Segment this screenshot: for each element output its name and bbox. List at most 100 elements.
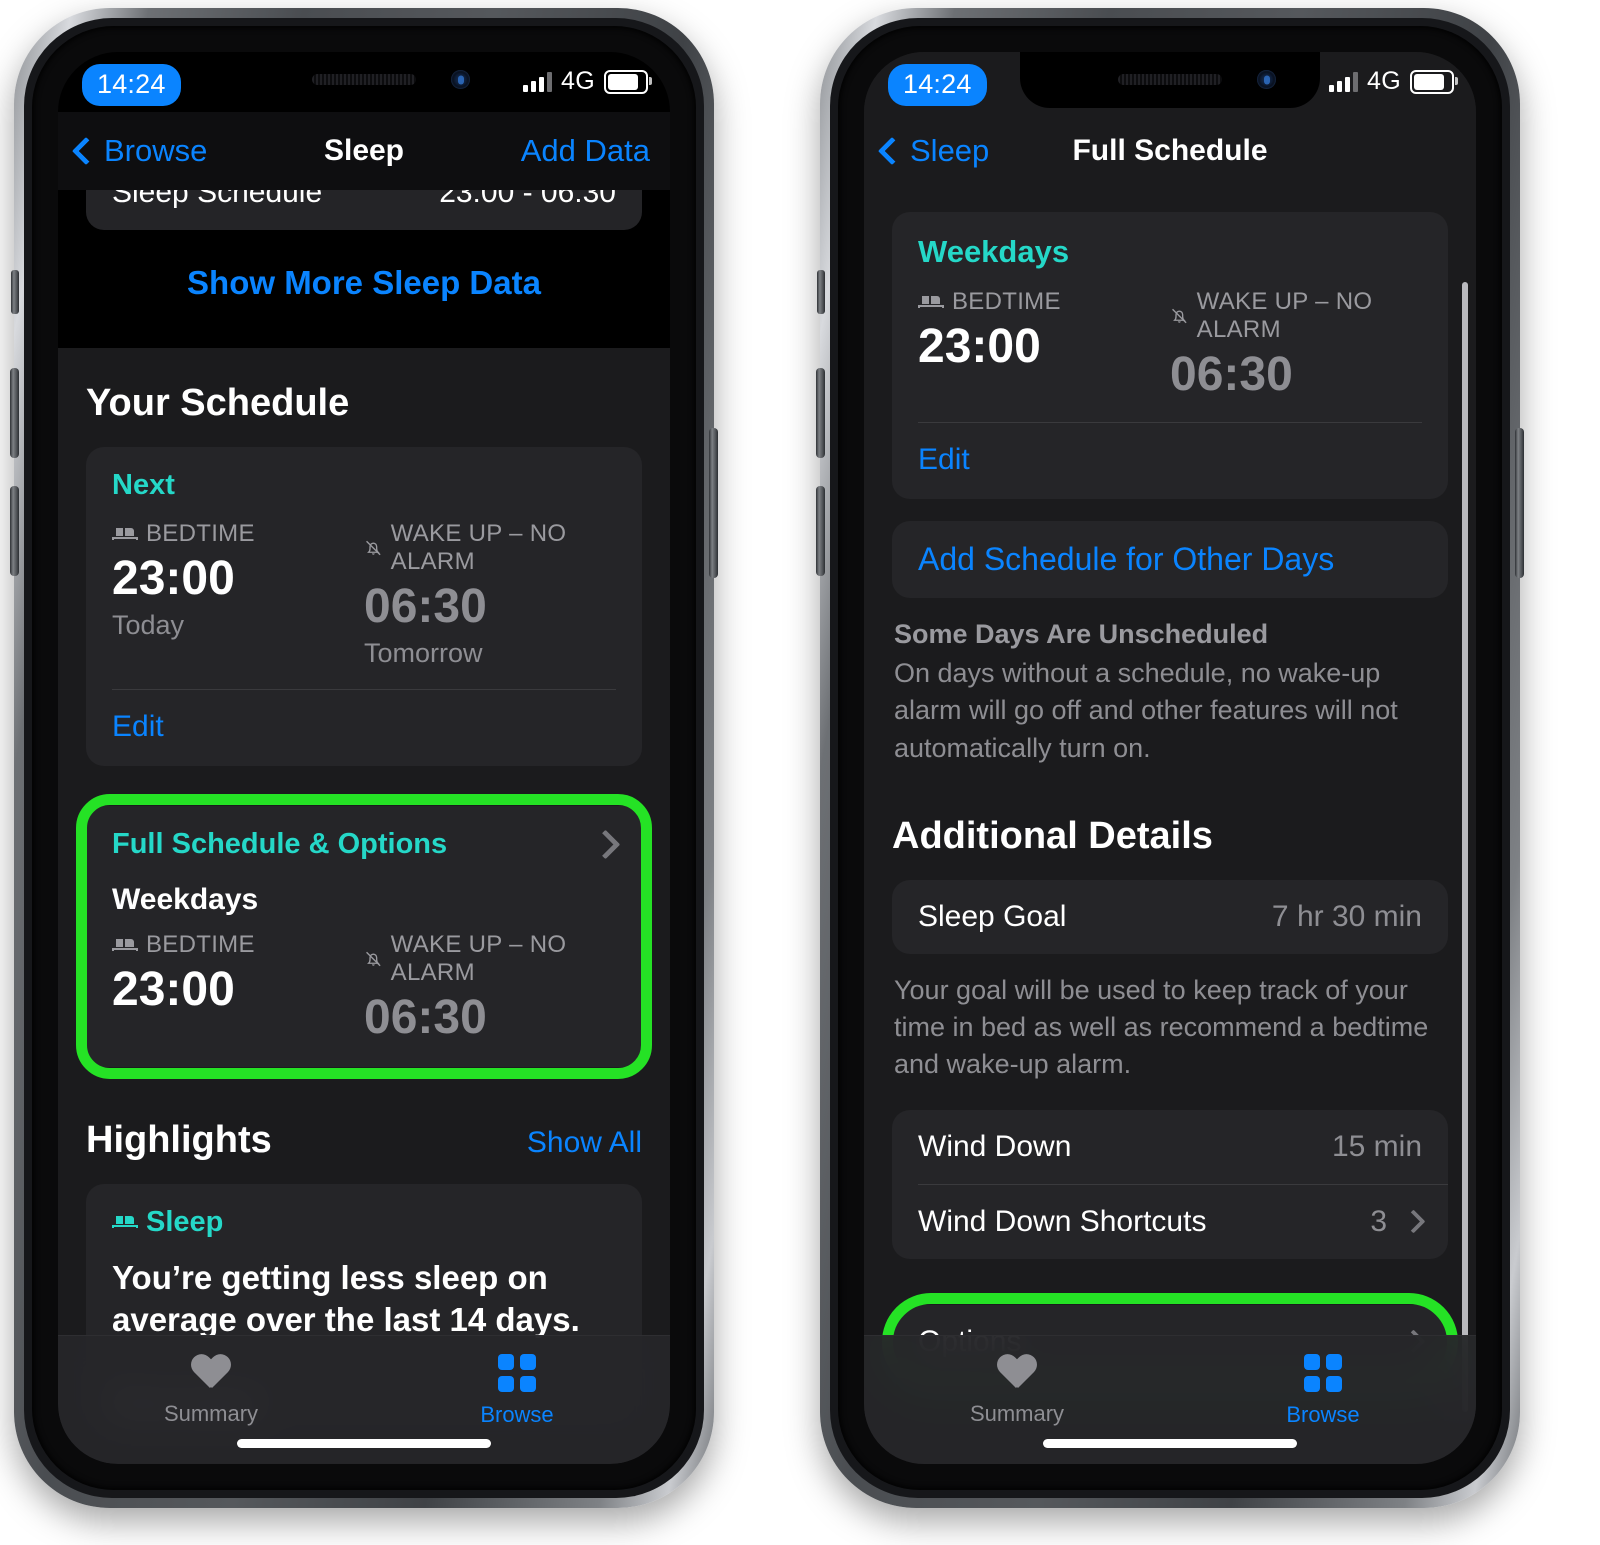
battery-icon: [1410, 69, 1458, 94]
signal-bars-icon: [523, 71, 553, 92]
weekdays-schedule-card[interactable]: Weekdays BEDTIME 23:00 WAKE UP – NO ALAR…: [892, 212, 1448, 499]
wind-down-label: Wind Down: [918, 1129, 1072, 1163]
tab-summary-label: Summary: [163, 1401, 259, 1426]
scroll-content-right[interactable]: Weekdays BEDTIME 23:00 WAKE UP – NO ALAR…: [864, 190, 1476, 1464]
full-schedule-options-wrap: Full Schedule & Options Weekdays BEDTIME…: [58, 793, 670, 1079]
phone-bezel: 14:24 4G Browse Sleep Add Data Sleep Sch…: [24, 18, 704, 1498]
earpiece-speaker-icon: [312, 74, 416, 85]
wd-wake-col: WAKE UP – NO ALARM 06:30: [1170, 288, 1422, 402]
notch: [1020, 52, 1320, 108]
wd-wake-caption-label: WAKE UP – NO ALARM: [1196, 288, 1373, 343]
wind-down-shortcuts-label: Wind Down Shortcuts: [918, 1204, 1207, 1238]
volume-up-button[interactable]: [816, 368, 825, 458]
tab-browse-label: Browse: [480, 1402, 554, 1427]
status-clock: 14:24: [888, 64, 987, 106]
phone-bezel-inner: 14:24 4G Browse Sleep Add Data Sleep Sch…: [32, 26, 696, 1490]
bed-icon: [112, 1216, 138, 1228]
wd-bedtime-value: 23:00: [918, 320, 1041, 373]
wake-day: Tomorrow: [364, 637, 483, 668]
highlight-category-label: Sleep: [146, 1205, 224, 1238]
status-indicators: 4G: [523, 67, 652, 96]
grid-icon: [498, 1354, 536, 1392]
sleep-schedule-label: Sleep Schedule: [112, 190, 323, 209]
next-wake-col: WAKE UP – NO ALARM 06:30 Tomorrow: [364, 520, 616, 669]
status-indicators: 4G: [1329, 67, 1458, 96]
wind-down-shortcuts-value: 3: [1370, 1204, 1387, 1238]
heart-icon: [997, 1355, 1037, 1391]
volume-down-button[interactable]: [816, 486, 825, 576]
sleep-schedule-card[interactable]: Sleep Schedule 23:00 - 06:30: [86, 190, 642, 230]
wind-down-shortcuts-row[interactable]: Wind Down Shortcuts 3: [892, 1185, 1448, 1259]
mute-switch-button[interactable]: [817, 270, 825, 314]
wd-bedtime-caption-label: BEDTIME: [952, 288, 1061, 315]
scroll-content-left[interactable]: Sleep Schedule 23:00 - 06:30 Show More S…: [58, 190, 670, 1464]
next-schedule-card[interactable]: Next BEDTIME 23:00 Today WAKE UP – NO AL…: [86, 447, 642, 766]
highlights-show-all-link[interactable]: Show All: [527, 1126, 642, 1160]
sleep-top-section: Sleep Schedule 23:00 - 06:30 Show More S…: [58, 190, 670, 348]
phone-bezel-inner: 14:24 4G Sleep Full Schedule Weekdays BE…: [838, 26, 1502, 1490]
bedtime-day: Today: [112, 609, 185, 640]
nav-bar-left: Browse Sleep Add Data: [58, 112, 670, 190]
sleep-schedule-row[interactable]: Sleep Schedule 23:00 - 06:30: [86, 190, 642, 230]
add-schedule-button[interactable]: Add Schedule for Other Days: [892, 520, 1448, 598]
add-data-button[interactable]: Add Data: [521, 133, 650, 169]
volume-down-button[interactable]: [10, 486, 19, 576]
sleep-main-section: Your Schedule Next BEDTIME 23:00 Today W…: [58, 348, 670, 1464]
edit-schedule-link[interactable]: Edit: [112, 690, 616, 766]
network-type-label: 4G: [561, 67, 595, 95]
battery-icon: [604, 69, 652, 94]
bed-icon: [112, 528, 138, 540]
fs-wake-value: 06:30: [364, 990, 487, 1044]
tab-summary-label: Summary: [969, 1401, 1065, 1426]
screenshot-stage: 14:24 4G Browse Sleep Add Data Sleep Sch…: [0, 0, 1600, 1545]
bedtime-caption-label: BEDTIME: [146, 520, 255, 547]
wd-bedtime-caption: BEDTIME: [918, 288, 1170, 316]
wake-value: 06:30: [364, 580, 487, 633]
screen-right: 14:24 4G Sleep Full Schedule Weekdays BE…: [864, 52, 1476, 1464]
signal-bars-icon: [1329, 71, 1359, 92]
sleep-goal-card[interactable]: Sleep Goal 7 hr 30 min: [892, 879, 1448, 954]
additional-details-title: Additional Details: [892, 814, 1213, 857]
volume-up-button[interactable]: [10, 368, 19, 458]
sleep-goal-value: 7 hr 30 min: [1271, 899, 1422, 933]
home-indicator[interactable]: [237, 1439, 491, 1448]
weekdays-times: BEDTIME 23:00 WAKE UP – NO ALARM 06:30: [918, 288, 1422, 402]
earpiece-speaker-icon: [1118, 74, 1222, 85]
mute-switch-button[interactable]: [11, 270, 19, 314]
wd-wake-caption: WAKE UP – NO ALARM: [1170, 288, 1422, 344]
wind-down-row[interactable]: Wind Down 15 min: [892, 1110, 1448, 1184]
power-button[interactable]: [709, 428, 718, 578]
full-schedule-options-card[interactable]: Full Schedule & Options Weekdays BEDTIME…: [86, 805, 642, 1067]
next-badge: Next: [112, 469, 175, 501]
show-more-sleep-data-link[interactable]: Show More Sleep Data: [58, 230, 670, 324]
status-clock: 14:24: [82, 64, 181, 106]
chevron-right-icon: [1401, 1209, 1426, 1234]
power-button[interactable]: [1515, 428, 1524, 578]
highlights-header: Highlights Show All: [58, 1067, 670, 1184]
sleep-goal-note: Your goal will be used to keep track of …: [894, 974, 1429, 1080]
full-schedule-options-title: Full Schedule & Options: [112, 827, 448, 860]
unscheduled-note-heading: Some Days Are Unscheduled: [894, 618, 1269, 649]
tab-browse-label: Browse: [1286, 1402, 1360, 1427]
unscheduled-note-body: On days without a schedule, no wake-up a…: [894, 658, 1398, 763]
highlight-category: Sleep: [112, 1206, 616, 1239]
home-indicator[interactable]: [1043, 1439, 1297, 1448]
grid-icon: [1304, 1354, 1342, 1392]
sleep-schedule-value: 23:00 - 06:30: [439, 190, 616, 209]
highlights-title: Highlights: [86, 1118, 272, 1161]
wind-down-card: Wind Down 15 min Wind Down Shortcuts 3: [892, 1109, 1448, 1259]
bedtime-caption: BEDTIME: [112, 520, 364, 548]
edit-weekdays-link[interactable]: Edit: [918, 423, 1422, 499]
wd-wake-value: 06:30: [1170, 348, 1293, 401]
bed-icon: [112, 938, 138, 951]
wind-down-shortcuts-value-group: 3: [1370, 1204, 1426, 1239]
fs-wake-caption: WAKE UP – NO ALARM: [364, 931, 616, 987]
wd-bedtime-col: BEDTIME 23:00: [918, 288, 1170, 402]
iphone-right: 14:24 4G Sleep Full Schedule Weekdays BE…: [816, 8, 1524, 1508]
heart-icon: [191, 1355, 231, 1391]
fs-bedtime-value: 23:00: [112, 962, 235, 1016]
vertical-scrollbar[interactable]: [1462, 282, 1468, 1412]
unscheduled-note: Some Days Are Unscheduled On days withou…: [864, 598, 1476, 767]
sleep-goal-row[interactable]: Sleep Goal 7 hr 30 min: [892, 880, 1448, 954]
full-schedule-times: BEDTIME 23:00 WAKE UP – NO ALARM 06:30: [112, 931, 616, 1045]
